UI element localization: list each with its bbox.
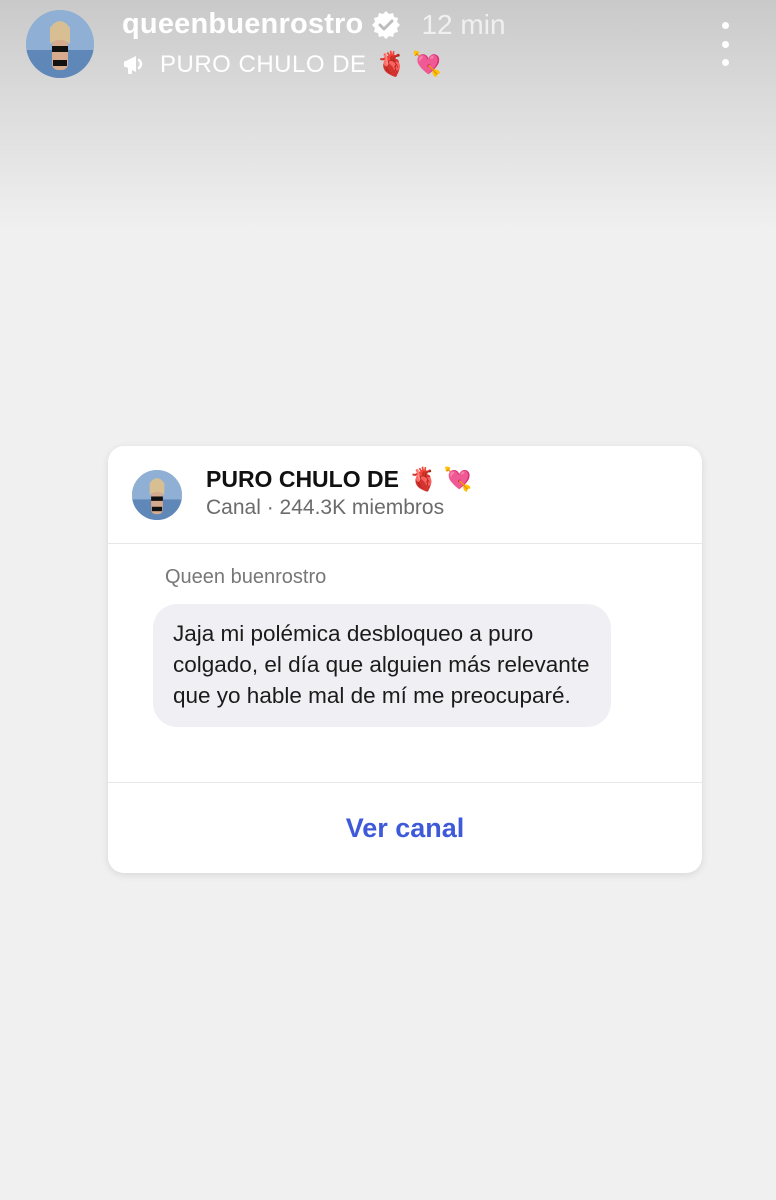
- heart-arrow-emoji: 💘: [412, 51, 443, 78]
- anatomical-heart-emoji: 🫀: [376, 51, 407, 78]
- channel-icon: [122, 52, 148, 78]
- channel-meta: Canal · 244.3K miembros: [206, 496, 445, 519]
- more-options-icon[interactable]: [708, 22, 742, 66]
- heart-arrow-emoji: 💘: [443, 466, 473, 492]
- channel-link-row[interactable]: PURO CHULO DE 🫀 💘: [122, 50, 442, 79]
- story-channel-name: PURO CHULO DE: [160, 50, 367, 78]
- channel-card-header: PURO CHULO DE 🫀 💘 Canal · 244.3K miembro…: [108, 446, 702, 544]
- message-bubble: Jaja mi polémica desbloqueo a puro colga…: [153, 604, 611, 727]
- verified-badge-icon: [371, 10, 401, 40]
- anatomical-heart-emoji: 🫀: [408, 466, 438, 492]
- channel-avatar: [132, 470, 182, 520]
- channel-title-text: PURO CHULO DE: [206, 466, 399, 492]
- view-channel-button[interactable]: Ver canal: [346, 813, 465, 844]
- message-sender: Queen buenrostro: [165, 566, 327, 588]
- story-header: queenbuenrostro 12 min PURO CHULO DE 🫀 💘: [0, 0, 776, 100]
- username-row: queenbuenrostro 12 min: [122, 8, 506, 41]
- post-time: 12 min: [421, 8, 506, 40]
- channel-title: PURO CHULO DE 🫀 💘: [206, 466, 472, 493]
- channel-card[interactable]: PURO CHULO DE 🫀 💘 Canal · 244.3K miembro…: [108, 446, 702, 873]
- card-footer: Ver canal: [108, 782, 702, 873]
- profile-avatar[interactable]: [26, 10, 94, 78]
- username[interactable]: queenbuenrostro: [122, 8, 363, 41]
